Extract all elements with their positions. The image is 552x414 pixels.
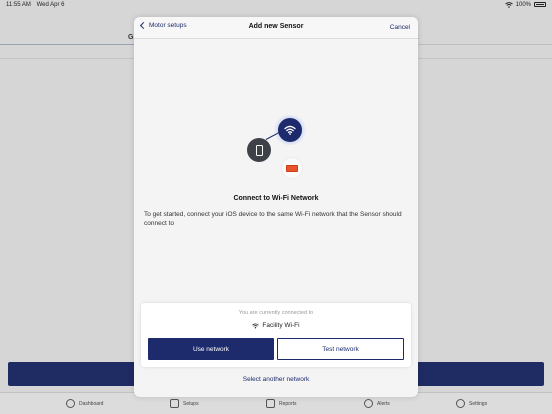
tab-alerts[interactable]: Alerts xyxy=(364,399,390,408)
setups-icon xyxy=(170,399,179,408)
battery-icon xyxy=(534,2,546,7)
use-network-button[interactable]: Use network xyxy=(148,338,274,360)
add-sensor-modal: Motor setups Add new Sensor Cancel Conne… xyxy=(134,17,418,397)
phone-icon xyxy=(247,138,271,162)
wifi-icon xyxy=(278,118,302,142)
background-tab-underline xyxy=(0,44,140,45)
wifi-icon xyxy=(252,323,260,328)
battery-percent: 100% xyxy=(515,1,531,8)
select-another-network-link[interactable]: Select another network xyxy=(134,376,418,383)
tab-label: Settings xyxy=(469,400,488,407)
sensor-icon xyxy=(281,157,303,179)
cancel-button[interactable]: Cancel xyxy=(390,24,410,31)
tab-setups[interactable]: Setups xyxy=(170,399,199,408)
tab-label: Reports xyxy=(279,400,297,407)
bell-icon xyxy=(364,399,373,408)
tab-reports[interactable]: Reports xyxy=(266,399,297,408)
connect-heading: Connect to Wi-Fi Network xyxy=(233,195,319,202)
status-bar: 11:55 AM Wed Apr 6 100% xyxy=(0,0,552,9)
network-name: Facility Wi-Fi xyxy=(262,322,300,329)
status-left: 11:55 AM Wed Apr 6 xyxy=(6,2,64,8)
connected-label: You are currently connected to xyxy=(238,310,314,316)
tab-label: Dashboard xyxy=(79,400,104,407)
tab-dashboard[interactable]: Dashboard xyxy=(66,399,103,408)
background-tab-left: G xyxy=(128,34,134,41)
modal-header: Motor setups Add new Sensor Cancel xyxy=(134,17,418,39)
wifi-status-icon xyxy=(504,1,513,8)
dashboard-icon xyxy=(66,399,75,408)
status-right: 100% xyxy=(504,1,546,8)
connected-network-card: You are currently connected to Facility … xyxy=(141,303,411,367)
tab-settings[interactable]: Settings xyxy=(456,399,487,408)
reports-icon xyxy=(266,399,275,408)
tab-label: Setups xyxy=(183,400,199,407)
connection-illustration xyxy=(234,115,314,185)
tab-label: Alerts xyxy=(377,400,390,407)
test-network-button[interactable]: Test network xyxy=(277,338,404,360)
status-time: 11:55 AM xyxy=(6,1,31,8)
gear-icon xyxy=(456,399,465,408)
status-date: Wed Apr 6 xyxy=(36,1,65,8)
connected-network: Facility Wi-Fi xyxy=(141,322,411,329)
connect-description: To get started, connect your iOS device … xyxy=(144,211,402,227)
modal-title: Add new Sensor xyxy=(248,23,304,30)
